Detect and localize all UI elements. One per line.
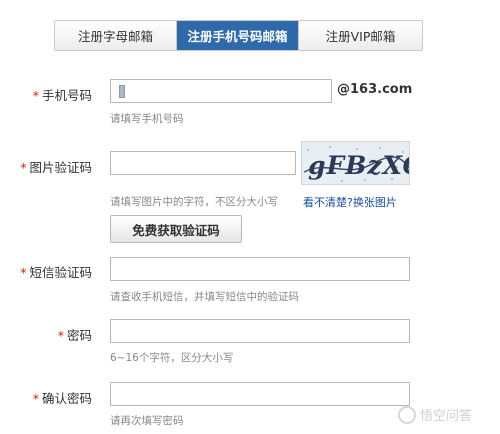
watermark-text: 悟空问答 [420,409,473,424]
captcha-input[interactable] [110,151,296,175]
refresh-captcha-link[interactable]: 看不清楚?换张图片 [303,194,397,210]
captcha-text: gFBzXC [308,151,410,180]
get-sms-code-button[interactable]: 免费获取验证码 [110,215,242,243]
required-mark: * [57,328,64,343]
text-cursor [119,85,125,98]
phone-hint: 请填写手机号码 [110,113,184,125]
sms-label-text: 短信验证码 [29,265,92,280]
password-hint: 6~16个字符，区分大小写 [110,352,234,364]
sms-label: * 短信验证码 [20,262,92,281]
phone-input[interactable] [110,79,332,103]
password-label-text: 密码 [66,328,92,343]
captcha-label: * 图片验证码 [20,157,92,176]
watermark-logo-icon [398,405,416,424]
sms-hint: 请查收手机短信，并填写短信中的验证码 [110,291,299,303]
confirm-password-label-text: 确认密码 [41,391,92,406]
registration-tabs: 注册字母邮箱 注册手机号码邮箱 注册VIP邮箱 [54,20,423,51]
captcha-label-text: 图片验证码 [29,160,92,175]
required-mark: * [32,391,39,406]
phone-label-text: 手机号码 [41,88,92,103]
watermark: 悟空问答 [398,405,472,424]
sms-code-input[interactable] [110,257,410,281]
confirm-password-label: * 确认密码 [33,388,92,407]
tab-vip-email[interactable]: 注册VIP邮箱 [299,21,422,50]
confirm-password-hint: 请再次填写密码 [110,415,184,427]
confirm-password-input[interactable] [110,382,410,406]
captcha-hint: 请填写图片中的字符，不区分大小写 [110,196,278,208]
password-input[interactable] [110,319,410,343]
tab-letter-email[interactable]: 注册字母邮箱 [55,21,177,50]
password-label: * 密码 [58,325,92,344]
required-mark: * [20,265,27,280]
required-mark: * [20,160,27,175]
phone-label: * 手机号码 [33,85,92,104]
captcha-noise: gFBzXC [303,146,410,182]
required-mark: * [32,88,39,103]
tab-mobile-email[interactable]: 注册手机号码邮箱 [177,21,299,50]
captcha-image[interactable]: gFBzXC [301,141,410,185]
email-suffix: @163.com [337,82,413,97]
